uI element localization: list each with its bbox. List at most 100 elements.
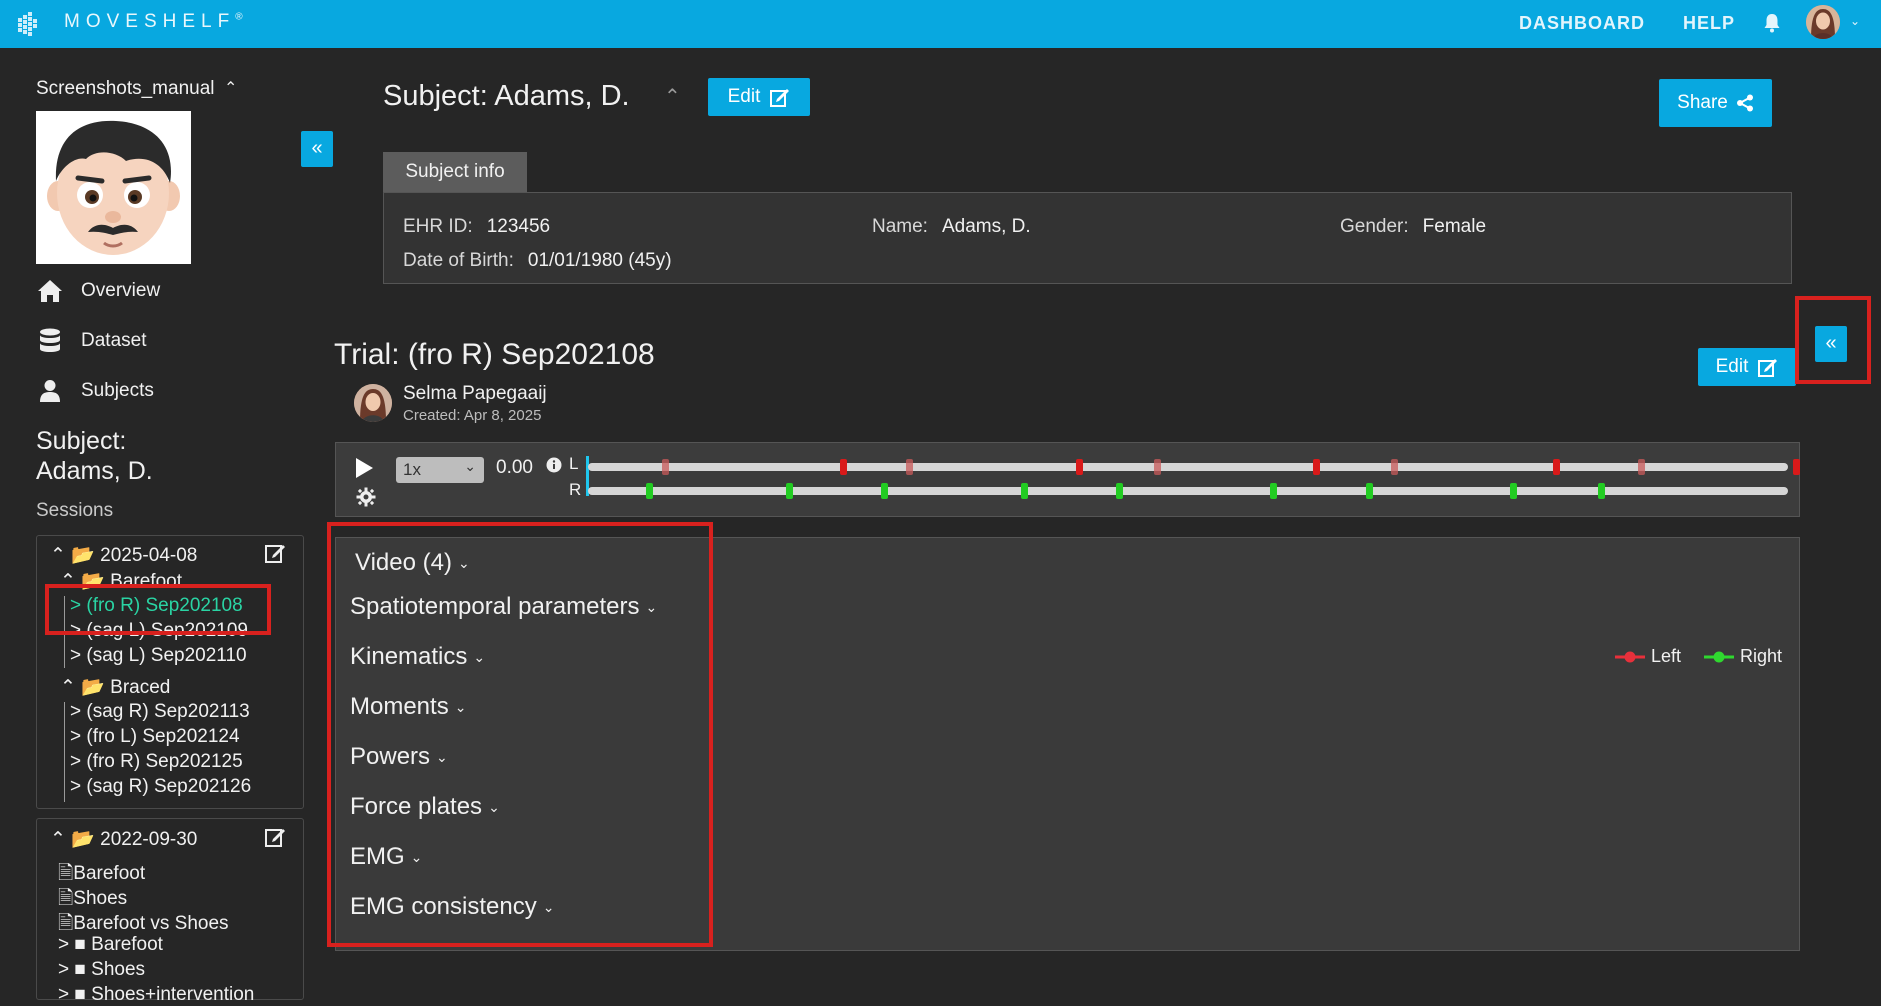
gait-event-marker[interactable] — [880, 483, 888, 499]
share-button[interactable]: Share — [1659, 79, 1772, 127]
right-event-track[interactable] — [588, 487, 1788, 495]
gait-event-marker[interactable] — [1552, 459, 1560, 475]
edit-session-icon[interactable] — [264, 826, 286, 854]
trial-item[interactable]: > (sag R) Sep202126 — [70, 776, 251, 798]
gait-event-marker[interactable] — [645, 483, 653, 499]
author-avatar — [354, 384, 392, 422]
edit-trial-button[interactable]: Edit — [1698, 348, 1796, 386]
top-bar: MOVESHELF® DASHBOARD HELP ⌄ — [0, 0, 1881, 48]
folder-open-icon: 📂 — [71, 829, 95, 850]
user-icon — [36, 377, 64, 405]
edit-icon — [1758, 359, 1778, 377]
session-2022-09-30[interactable]: ⌃ 📂 2022-09-30 — [50, 827, 197, 851]
chevron-down-icon: ⌄ — [464, 458, 476, 474]
dob-field: Date of Birth: 01/01/1980 (45y) — [403, 250, 672, 271]
right-track-label: R — [569, 480, 582, 499]
bell-icon[interactable] — [1763, 13, 1781, 33]
user-avatar[interactable] — [1806, 5, 1840, 39]
folder-item[interactable]: > ■ Shoes — [58, 959, 145, 981]
gait-event-marker[interactable] — [1792, 459, 1800, 475]
gait-event-marker[interactable] — [906, 459, 913, 475]
trial-item[interactable]: > (fro R) Sep202125 — [70, 751, 243, 773]
sidebar-item-label: Subjects — [81, 380, 154, 401]
nav-dashboard[interactable]: DASHBOARD — [1519, 13, 1645, 34]
gait-event-marker[interactable] — [1269, 483, 1277, 499]
folder-item[interactable]: > ■ Shoes+intervention — [58, 984, 254, 1006]
chevron-up-icon[interactable]: ⌃ — [60, 677, 76, 698]
sidebar-item-subjects[interactable]: Subjects — [36, 377, 154, 405]
sidebar-item-overview[interactable]: Overview — [36, 277, 160, 305]
gait-event-marker[interactable] — [1390, 459, 1398, 475]
legend-right-marker — [1704, 651, 1734, 662]
gait-event-marker[interactable] — [840, 459, 847, 475]
chevron-up-icon[interactable]: ⌃ — [224, 78, 237, 98]
subject-avatar — [36, 111, 191, 264]
gait-event-marker[interactable] — [1076, 459, 1084, 475]
gait-event-marker[interactable] — [1154, 459, 1162, 475]
trial-title: Trial: (fro R) Sep202108 — [334, 338, 655, 371]
tree-line — [64, 702, 65, 802]
gender-field: Gender: Female — [1340, 216, 1487, 237]
sidebar-item-label: Dataset — [81, 330, 147, 351]
author-name: Selma Papegaaij — [403, 383, 547, 404]
gait-event-marker[interactable] — [1509, 483, 1517, 499]
sessions-label: Sessions — [36, 500, 114, 521]
trial-item[interactable]: > (fro L) Sep202124 — [70, 726, 240, 748]
legend-right: Right — [1704, 646, 1782, 667]
folder-icon: ■ — [74, 959, 86, 980]
left-track-label: L — [569, 454, 579, 473]
folder-open-icon: 📂 — [71, 545, 95, 566]
gait-event-marker[interactable] — [1598, 483, 1606, 499]
chevron-up-icon[interactable]: ⌃ — [664, 84, 681, 109]
group-braced[interactable]: ⌃ 📂 Braced — [60, 675, 170, 699]
gear-icon[interactable] — [356, 487, 376, 507]
folder-item[interactable]: > ■ Barefoot — [58, 934, 163, 956]
gait-event-marker[interactable] — [1312, 459, 1320, 475]
document-icon: 🗎 — [58, 863, 74, 884]
nav-help[interactable]: HELP — [1683, 13, 1735, 34]
sidebar-item-label: Overview — [81, 280, 161, 301]
highlight-box-collapse — [1795, 296, 1871, 384]
info-icon[interactable] — [546, 457, 562, 473]
edit-subject-button[interactable]: Edit — [708, 78, 810, 116]
name-field: Name: Adams, D. — [872, 216, 1031, 237]
edit-icon — [770, 89, 790, 107]
folder-open-icon: 📂 — [81, 677, 105, 698]
gait-event-marker[interactable] — [1365, 483, 1373, 499]
play-icon[interactable] — [354, 457, 374, 479]
project-name[interactable]: Screenshots_manual — [36, 78, 215, 100]
document-icon: 🗎 — [58, 888, 74, 909]
tab-subject-info[interactable]: Subject info — [383, 152, 527, 192]
moveshelf-logo-icon[interactable] — [16, 8, 46, 40]
trial-item[interactable]: > (sag R) Sep202113 — [70, 701, 250, 723]
sidebar-item-dataset[interactable]: Dataset — [36, 327, 146, 355]
highlight-box-sections — [327, 522, 713, 947]
chevron-down-icon[interactable]: ⌄ — [1850, 14, 1860, 28]
session-2025-04-08[interactable]: ⌃ 📂 2025-04-08 — [50, 543, 197, 567]
page-title: Subject: Adams, D. — [383, 80, 630, 112]
gait-event-marker[interactable] — [1116, 483, 1123, 499]
trial-item[interactable]: > (sag L) Sep202110 — [70, 645, 247, 667]
gait-event-marker[interactable] — [1021, 483, 1029, 499]
speed-select[interactable]: 1x ⌄ — [396, 457, 484, 483]
brand-name[interactable]: MOVESHELF® — [64, 11, 243, 33]
subject-info-panel: EHR ID: 123456 Name: Adams, D. Gender: Fema… — [383, 192, 1792, 284]
edit-session-icon[interactable] — [264, 542, 286, 570]
sidebar-subject-heading: Subject: Adams, D. — [36, 427, 153, 485]
chevron-up-icon[interactable]: ⌃ — [50, 545, 66, 566]
home-icon — [36, 277, 64, 305]
time-readout: 0.00 — [496, 457, 533, 478]
document-icon: 🗎 — [58, 913, 74, 934]
gait-event-marker[interactable] — [1638, 459, 1645, 475]
created-date: Created: Apr 8, 2025 — [403, 407, 542, 424]
collapse-sidebar-button[interactable]: « — [301, 131, 333, 167]
highlight-box-trial — [45, 584, 271, 635]
gait-event-marker[interactable] — [786, 483, 793, 499]
legend-left-marker — [1615, 651, 1645, 662]
chevron-up-icon[interactable]: ⌃ — [50, 829, 66, 850]
left-event-track[interactable] — [588, 463, 1788, 471]
ehr-id-field: EHR ID: 123456 — [403, 216, 551, 237]
gait-event-marker[interactable] — [662, 459, 670, 475]
trial-player: 1x ⌄ 0.00 L R — [335, 442, 1800, 517]
database-icon — [36, 327, 64, 355]
